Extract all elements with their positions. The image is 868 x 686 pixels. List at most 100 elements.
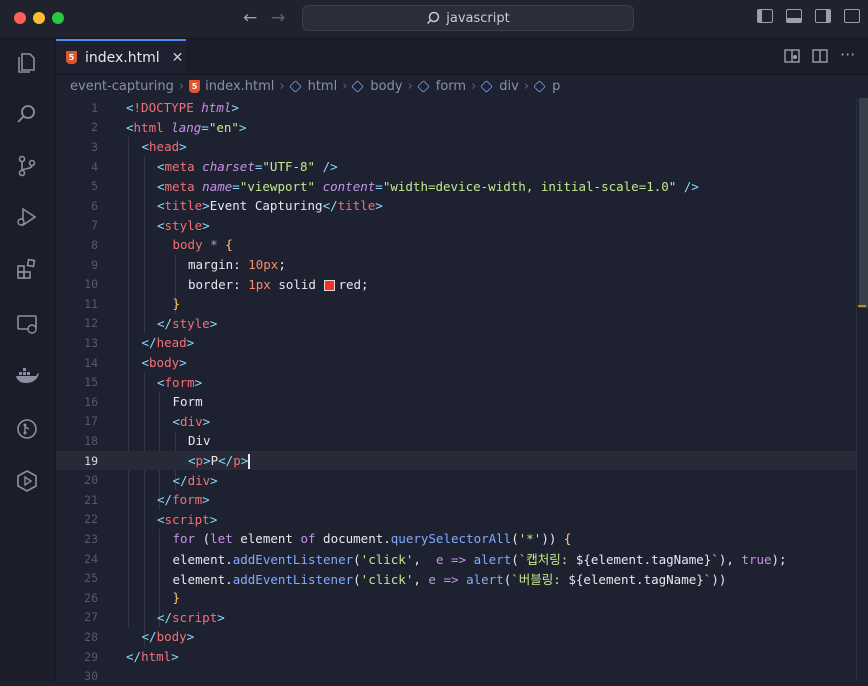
code-text: </head> (142, 335, 195, 350)
symbol-element-icon (533, 79, 546, 93)
open-preview-icon[interactable] (784, 49, 800, 67)
code-token: </ (157, 315, 173, 331)
line-number: 29 (84, 649, 98, 664)
code-line[interactable]: 14 <body> (56, 353, 856, 373)
line-number: 11 (84, 296, 98, 311)
code-text: <html lang="en"> (126, 120, 246, 135)
explorer-icon[interactable] (13, 49, 41, 77)
breadcrumb-form[interactable]: form (436, 79, 466, 94)
code-token: ( (353, 552, 361, 568)
code-token: < (126, 100, 134, 116)
code-line[interactable]: 16 Form (56, 392, 856, 412)
code-line[interactable]: 21 </form> (56, 490, 856, 510)
toggle-secondary-sidebar-icon[interactable] (815, 9, 831, 23)
breadcrumb-p[interactable]: p (552, 79, 560, 94)
code-line[interactable]: 12 </style> (56, 314, 856, 334)
code-token: /> (683, 178, 699, 194)
code-line[interactable]: 15 <form> (56, 372, 856, 392)
remote-explorer-icon[interactable] (13, 310, 41, 338)
git-graph-icon[interactable] (13, 415, 41, 443)
code-token: "width=device-width, initial-scale=1.0" (382, 178, 677, 194)
code-token: ; (278, 257, 286, 273)
code-text: <meta charset="UTF-8" /> (157, 159, 338, 174)
code-token: Form (172, 394, 203, 410)
code-line[interactable]: 8 body * { (56, 235, 856, 255)
forward-arrow-icon[interactable]: → (271, 8, 285, 28)
code-text: <p>P</p> (188, 453, 250, 469)
minimize-window-button[interactable] (33, 12, 45, 24)
code-token: = (232, 178, 240, 194)
chevron-right-icon: › (523, 78, 530, 94)
code-token: script (164, 511, 210, 527)
code-line[interactable]: 18 Div (56, 431, 856, 451)
toggle-primary-sidebar-icon[interactable] (757, 9, 773, 23)
code-line[interactable]: 27 </script> (56, 608, 856, 628)
more-actions-icon[interactable]: ··· (840, 45, 855, 64)
code-line[interactable]: 19 <p>P</p> (56, 450, 856, 471)
code-line[interactable]: 13 </head> (56, 333, 856, 353)
breadcrumb-body[interactable]: body (370, 79, 402, 94)
extensions-icon[interactable] (13, 255, 41, 283)
code-line[interactable]: 7 <style> (56, 216, 856, 236)
customize-layout-icon[interactable] (844, 9, 860, 23)
breadcrumb-folder[interactable]: event-capturing (70, 79, 174, 94)
code-line[interactable]: 4 <meta charset="UTF-8" /> (56, 157, 856, 177)
code-line[interactable]: 24 element.addEventListener('click', e =>… (56, 549, 856, 569)
code-token: > (231, 100, 239, 116)
search-icon[interactable] (13, 100, 41, 128)
close-tab-icon[interactable]: ✕ (172, 50, 184, 66)
breadcrumb-file[interactable]: index.html (205, 79, 274, 94)
code-token: </ (157, 492, 173, 508)
code-line[interactable]: 17 <div> (56, 412, 856, 432)
code-line[interactable]: 9 margin: 10px; (56, 255, 856, 275)
code-token: > (203, 452, 211, 468)
source-control-icon[interactable] (13, 152, 41, 180)
code-line[interactable]: 28 </body> (56, 627, 856, 647)
toggle-panel-icon[interactable] (786, 9, 802, 23)
code-line[interactable]: 30 (56, 666, 856, 686)
code-line[interactable]: 26} (56, 588, 856, 608)
code-token: </ (172, 472, 188, 488)
code-line[interactable]: 1 <!DOCTYPE html> (56, 98, 856, 118)
code-line[interactable]: 3 <head> (56, 137, 856, 157)
chevron-right-icon: › (407, 78, 413, 94)
code-editor[interactable]: 1 <!DOCTYPE html> 2 <html lang="en"> 3 <head>… (56, 98, 856, 683)
editor-scrollbar[interactable] (856, 98, 868, 681)
close-window-button[interactable] (14, 12, 26, 24)
code-line[interactable]: 22 <script> (56, 510, 856, 530)
docker-icon[interactable] (13, 362, 41, 390)
code-line[interactable]: 23 for (let element of document.querySele… (56, 529, 856, 549)
code-line[interactable]: 6 <title>Event Capturing</title> (56, 196, 856, 216)
code-text: </script> (157, 610, 225, 625)
code-token: < (157, 198, 165, 214)
breadcrumb-div[interactable]: div (499, 79, 519, 94)
code-token: for (172, 531, 196, 547)
breadcrumb-html[interactable]: html (308, 79, 338, 94)
maximize-window-button[interactable] (52, 12, 64, 24)
command-center-search[interactable]: javascript (302, 5, 634, 31)
code-line[interactable]: 10 border: 1px solid red; (56, 274, 856, 294)
tab-index-html[interactable]: 5 index.html ✕ (56, 39, 186, 74)
code-line[interactable]: 20 </div> (56, 470, 856, 490)
code-token: div (187, 472, 211, 488)
live-share-icon[interactable] (13, 467, 41, 495)
code-token: "en" (208, 119, 239, 135)
code-text: border: 1px solid red; (188, 277, 369, 292)
scrollbar-thumb[interactable] (859, 98, 868, 308)
code-token: p (195, 452, 204, 468)
back-arrow-icon[interactable]: ← (243, 8, 257, 28)
code-line[interactable]: 2 <html lang="en"> (56, 118, 856, 138)
code-line[interactable]: 11} (56, 294, 856, 314)
color-swatch-icon[interactable] (324, 279, 336, 291)
split-editor-icon[interactable] (812, 49, 828, 67)
code-token: element. (172, 552, 233, 568)
run-debug-icon[interactable] (13, 203, 41, 231)
code-line[interactable]: 5 <meta name="viewport" content="width=de… (56, 176, 856, 196)
code-token: < (157, 511, 165, 527)
code-line[interactable]: 29 </html> (56, 647, 856, 667)
code-line[interactable]: 25 element.addEventListener('click', e =>… (56, 568, 856, 588)
code-text: element.addEventListener('click', e => a… (173, 549, 787, 568)
code-token: > (209, 511, 218, 527)
code-token: ( (195, 531, 211, 547)
